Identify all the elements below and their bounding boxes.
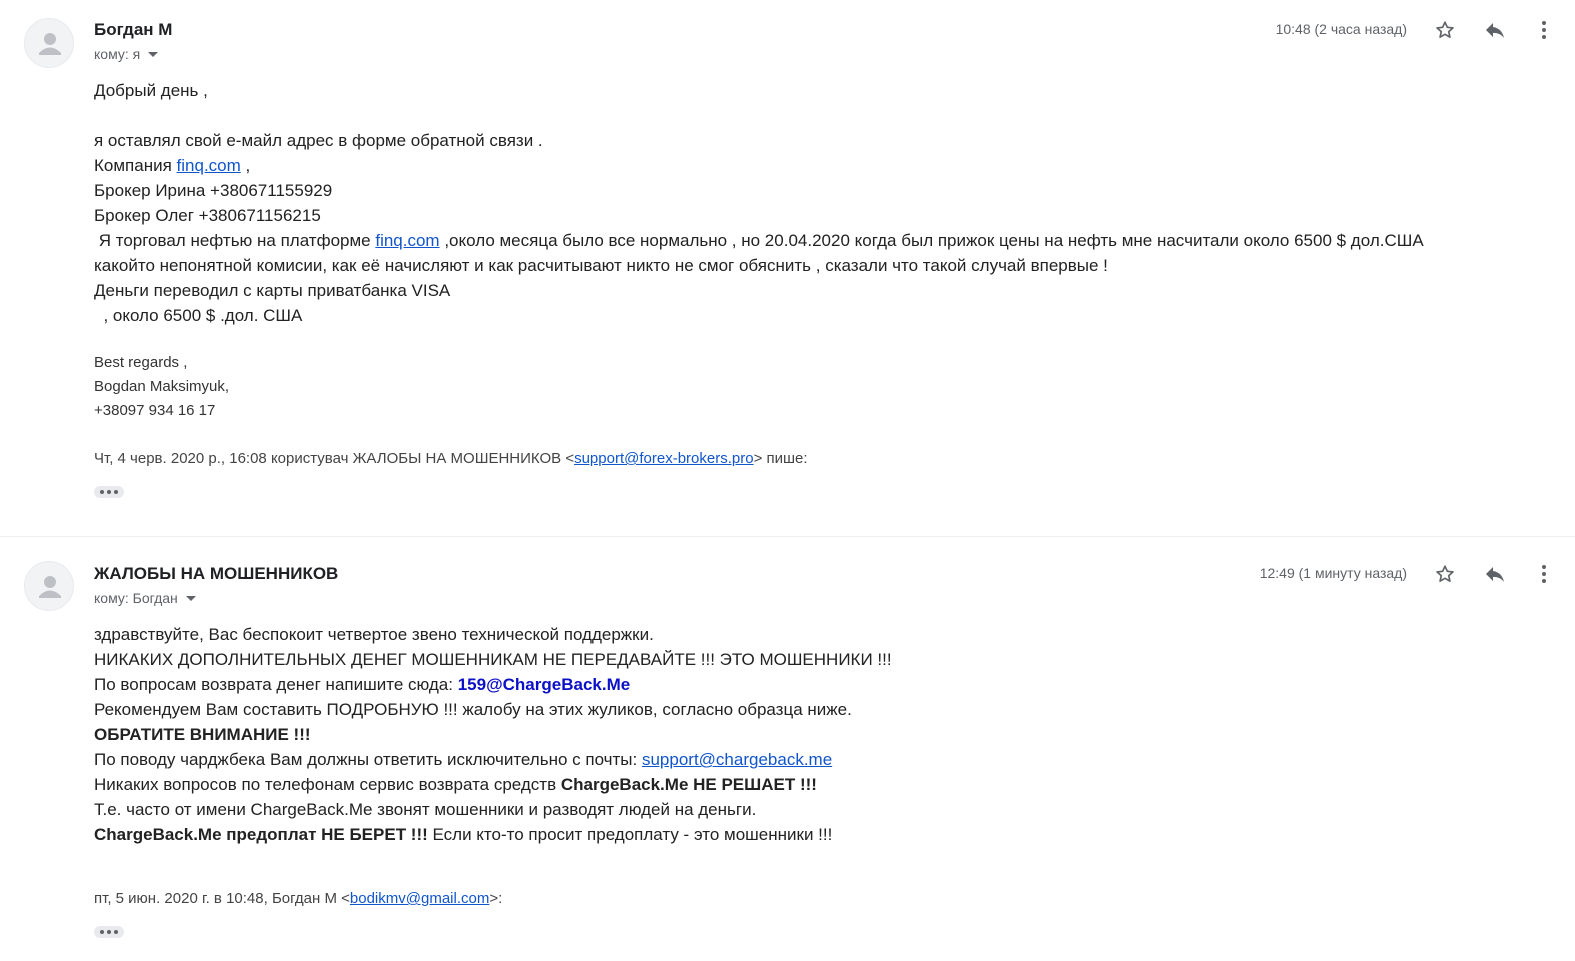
body-line: , около 6500 $ .дол. США	[94, 306, 303, 325]
sender-name[interactable]: ЖАЛОБЫ НА МОШЕННИКОВ	[94, 564, 338, 584]
body-line: Никаких вопросов по телефонам сервис воз…	[94, 775, 817, 794]
body-line: НИКАКИХ ДОПОЛНИТЕЛЬНЫХ ДЕНЕГ МОШЕННИКАМ …	[94, 650, 892, 669]
body-line: здравствуйте, Вас беспокоит четвертое зв…	[94, 625, 654, 644]
quote-header: Чт, 4 черв. 2020 р., 16:08 користувач ЖА…	[94, 450, 808, 467]
dropdown-caret-icon[interactable]	[148, 51, 159, 57]
more-vert-icon[interactable]	[1530, 560, 1558, 588]
recipient-label: кому: я	[94, 46, 141, 62]
body-line: ChargeBack.Me предоплат НЕ БЕРЕТ !!! Есл…	[94, 825, 833, 844]
email-message-2: ЖАЛОБЫ НА МОШЕННИКОВ кому: Богдан 12:49 …	[0, 537, 1575, 961]
signature: Best regards , Bogdan Maksimyuk, +38097 …	[94, 351, 229, 423]
recipient-details[interactable]: кому: Богдан	[94, 590, 196, 606]
chargeback-contact: 159@ChargeBack.Me	[457, 675, 631, 694]
avatar-icon[interactable]	[24, 561, 74, 611]
star-icon[interactable]	[1431, 16, 1459, 44]
signature-line: Best regards ,	[94, 354, 188, 371]
body-line: я оставлял свой е-майл адрес в форме обр…	[94, 131, 543, 150]
body-line: Брокер Олег +380671156215	[94, 206, 321, 225]
body-line: Деньги переводил с карты приватбанка VIS…	[94, 281, 451, 300]
message-time: 10:48 (2 часа назад)	[1275, 21, 1407, 37]
sender-name[interactable]: Богдан М	[94, 20, 172, 40]
show-trimmed-icon[interactable]	[94, 926, 124, 938]
show-trimmed-icon[interactable]	[94, 486, 124, 498]
quote-header: пт, 5 июн. 2020 г. в 10:48, Богдан М <bo…	[94, 890, 503, 907]
body-line: какойто непонятной комисии, как её начис…	[94, 256, 1108, 275]
reply-icon[interactable]	[1481, 16, 1509, 44]
body-line: ОБРАТИТЕ ВНИМАНИЕ !!!	[94, 725, 311, 744]
more-vert-icon[interactable]	[1530, 16, 1558, 44]
email-message-1: Богдан М кому: я 10:48 (2 часа назад) До…	[0, 0, 1575, 537]
body-line: Компания finq.com ,	[94, 156, 251, 175]
reply-icon[interactable]	[1481, 560, 1509, 588]
body-line: По вопросам возврата денег напишите сюда…	[94, 675, 631, 694]
body-line: Брокер Ирина +380671155929	[94, 181, 333, 200]
body-line: По поводу чарджбека Вам должны ответить …	[94, 750, 833, 769]
body-line: Добрый день ,	[94, 81, 208, 100]
body-line: Рекомендуем Вам составить ПОДРОБНУЮ !!! …	[94, 700, 852, 719]
body-line: Я торговал нефтью на платформе finq.com …	[94, 231, 1424, 250]
quote-email-link[interactable]: support@forex-brokers.pro	[574, 450, 753, 467]
recipient-label: кому: Богдан	[94, 590, 178, 606]
recipient-details[interactable]: кому: я	[94, 46, 159, 62]
support-email-link[interactable]: support@chargeback.me	[642, 750, 832, 769]
signature-line: +38097 934 16 17	[94, 402, 216, 419]
quote-email-link[interactable]: bodikmv@gmail.com	[350, 890, 489, 907]
signature-line: Bogdan Maksimyuk,	[94, 378, 230, 395]
star-icon[interactable]	[1431, 560, 1459, 588]
avatar-icon[interactable]	[24, 18, 74, 68]
body-line: Т.е. часто от имени ChargeBack.Me звонят…	[94, 800, 757, 819]
message-body: здравствуйте, Вас беспокоит четвертое зв…	[94, 622, 1545, 847]
finq-link[interactable]: finq.com	[375, 231, 439, 250]
message-time: 12:49 (1 минуту назад)	[1259, 565, 1407, 581]
finq-link[interactable]: finq.com	[177, 156, 241, 175]
dropdown-caret-icon[interactable]	[185, 595, 196, 601]
message-body: Добрый день , я оставлял свой е-майл адр…	[94, 78, 1545, 328]
